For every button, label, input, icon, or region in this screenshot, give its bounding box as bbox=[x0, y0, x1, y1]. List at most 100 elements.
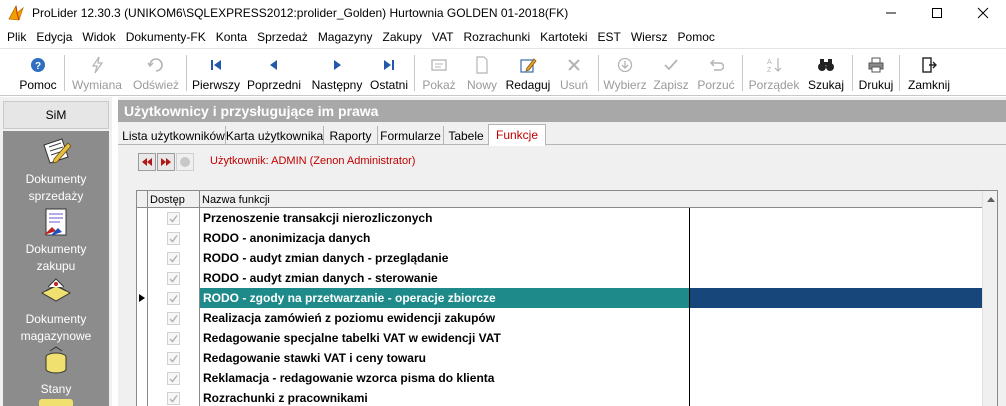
function-name: RODO - anonimizacja danych bbox=[200, 228, 690, 248]
access-checkbox[interactable] bbox=[167, 391, 180, 405]
close-button[interactable] bbox=[960, 0, 1006, 26]
checkmark-icon bbox=[169, 274, 178, 283]
access-checkbox[interactable] bbox=[167, 291, 180, 305]
svg-text:A: A bbox=[767, 59, 772, 66]
table-row[interactable]: Reklamacja - redagowanie wzorca pisma do… bbox=[137, 368, 997, 388]
first-icon bbox=[211, 60, 221, 70]
refresh-button[interactable]: Odśwież bbox=[130, 50, 182, 96]
sales-documents-icon bbox=[43, 138, 72, 164]
tab-forms[interactable]: Formularze bbox=[378, 126, 444, 145]
menu-sprzedaz[interactable]: Sprzedaż bbox=[252, 30, 313, 44]
sim-header[interactable]: SiM bbox=[3, 101, 109, 129]
menu-edycja[interactable]: Edycja bbox=[31, 30, 77, 44]
print-button[interactable]: Drukuj bbox=[856, 50, 896, 96]
tab-functions[interactable]: Funkcje bbox=[488, 124, 546, 146]
table-row[interactable]: RODO - audyt zmian danych - sterowanie bbox=[137, 268, 997, 288]
scroll-up-button[interactable] bbox=[983, 191, 997, 208]
new-button[interactable]: Nowy bbox=[462, 50, 502, 96]
tab-user-card[interactable]: Karta użytkownika bbox=[226, 126, 324, 145]
access-checkbox[interactable] bbox=[167, 351, 180, 365]
table-row[interactable]: Redagowanie specjalne tabelki VAT w ewid… bbox=[137, 328, 997, 348]
previous-user-button[interactable] bbox=[138, 153, 156, 171]
access-checkbox[interactable] bbox=[167, 251, 180, 265]
column-header-access[interactable]: Dostęp bbox=[148, 191, 200, 208]
menu-kartoteki[interactable]: Kartoteki bbox=[535, 30, 592, 44]
table-row[interactable]: Przenoszenie transakcji nierozliczonych bbox=[137, 208, 997, 228]
function-name: RODO - audyt zmian danych - przeglądanie bbox=[200, 248, 690, 268]
tab-reports[interactable]: Raporty bbox=[324, 126, 378, 145]
function-name: Reklamacja - redagowanie wzorca pisma do… bbox=[200, 368, 690, 388]
menu-est[interactable]: EST bbox=[593, 30, 626, 44]
sidebar-item-warehouse-documents[interactable]: Dokumenty magazynowe bbox=[3, 275, 109, 345]
table-row[interactable]: RODO - anonimizacja danych bbox=[137, 228, 997, 248]
menu-magazyny[interactable]: Magazyny bbox=[313, 30, 378, 44]
next-record-button[interactable]: Następny bbox=[308, 50, 366, 96]
access-checkbox[interactable] bbox=[167, 271, 180, 285]
sidebar-item-sales-documents[interactable]: Dokumenty sprzedaży bbox=[3, 135, 109, 205]
menu-widok[interactable]: Widok bbox=[77, 30, 120, 44]
tab-tables[interactable]: Tabele bbox=[444, 126, 488, 145]
checkmark-icon bbox=[169, 234, 178, 243]
exchange-button[interactable]: Wymiana bbox=[68, 50, 126, 96]
refresh-icon bbox=[147, 58, 163, 72]
show-icon bbox=[431, 59, 447, 71]
minimize-icon bbox=[886, 12, 896, 14]
menu-rozrachunki[interactable]: Rozrachunki bbox=[458, 30, 535, 44]
menu-wiersz[interactable]: Wiersz bbox=[626, 30, 673, 44]
access-checkbox[interactable] bbox=[167, 311, 180, 325]
minimize-button[interactable] bbox=[868, 0, 914, 26]
checkmark-icon bbox=[169, 314, 178, 323]
search-button[interactable]: Szukaj bbox=[804, 50, 848, 96]
menu-pomoc[interactable]: Pomoc bbox=[673, 30, 720, 44]
delete-button[interactable]: Usuń bbox=[554, 50, 594, 96]
checkmark-icon bbox=[169, 294, 178, 303]
access-checkbox[interactable] bbox=[167, 211, 180, 225]
menu-plik[interactable]: Plik bbox=[2, 30, 31, 44]
svg-text:?: ? bbox=[35, 61, 41, 72]
show-button[interactable]: Pokaż bbox=[418, 50, 460, 96]
help-button[interactable]: ? Pomoc bbox=[14, 50, 62, 96]
checkmark-icon bbox=[169, 334, 178, 343]
maximize-button[interactable] bbox=[914, 0, 960, 26]
last-record-button[interactable]: Ostatni bbox=[368, 50, 410, 96]
table-row[interactable]: Realizacja zamówień z poziomu ewidencji … bbox=[137, 308, 997, 328]
table-row[interactable]: Rozrachunki z pracownikami bbox=[137, 388, 997, 406]
next-user-button[interactable] bbox=[157, 153, 175, 171]
menu-konta[interactable]: Konta bbox=[211, 30, 252, 44]
previous-record-button[interactable]: Poprzedni bbox=[244, 50, 304, 96]
table-row[interactable]: RODO - audyt zmian danych - przeglądanie bbox=[137, 248, 997, 268]
menu-vat[interactable]: VAT bbox=[427, 30, 459, 44]
printer-icon bbox=[868, 57, 884, 73]
record-navigation bbox=[138, 153, 194, 171]
sidebar-item-stock-levels[interactable]: Stany bbox=[3, 345, 109, 398]
close-window-button[interactable]: Zamknij bbox=[903, 50, 955, 96]
vertical-scrollbar[interactable] bbox=[982, 191, 997, 406]
stock-levels-icon bbox=[45, 346, 67, 374]
left-panel: SiM Dokumenty sprzedaży Dokumenty zakupu bbox=[0, 97, 112, 406]
discard-button[interactable]: Porzuć bbox=[694, 50, 738, 96]
edit-button[interactable]: Redaguj bbox=[504, 50, 552, 96]
table-row[interactable]: Redagowanie stawki VAT i ceny towaru bbox=[137, 348, 997, 368]
save-button[interactable]: Zapisz bbox=[650, 50, 692, 96]
checkmark-icon bbox=[169, 214, 178, 223]
stop-button[interactable] bbox=[176, 153, 194, 171]
access-checkbox[interactable] bbox=[167, 371, 180, 385]
grid-header: Dostęp Nazwa funkcji bbox=[137, 191, 997, 208]
sort-order-button[interactable]: AZ Porządek bbox=[746, 50, 802, 96]
new-document-icon bbox=[476, 56, 488, 74]
window-title: ProLider 12.30.3 (UNIKOM6\SQLEXPRESS2012… bbox=[32, 6, 569, 20]
select-icon bbox=[617, 57, 633, 73]
select-button[interactable]: Wybierz bbox=[602, 50, 648, 96]
function-name: Rozrachunki z pracownikami bbox=[200, 388, 690, 406]
access-checkbox[interactable] bbox=[167, 231, 180, 245]
menu-zakupy[interactable]: Zakupy bbox=[378, 30, 427, 44]
menu-dokumenty-fk[interactable]: Dokumenty-FK bbox=[121, 30, 211, 44]
column-header-function-name[interactable]: Nazwa funkcji bbox=[200, 191, 982, 208]
first-record-button[interactable]: Pierwszy bbox=[190, 50, 242, 96]
tab-user-list[interactable]: Lista użytkowników bbox=[122, 126, 226, 145]
sidebar-item-purchase-documents[interactable]: Dokumenty zakupu bbox=[3, 205, 109, 275]
table-row-selected[interactable]: RODO - zgody na przetwarzanie - operacje… bbox=[137, 288, 997, 308]
maximize-icon bbox=[932, 8, 942, 18]
access-checkbox[interactable] bbox=[167, 331, 180, 345]
lightning-icon bbox=[91, 56, 104, 74]
